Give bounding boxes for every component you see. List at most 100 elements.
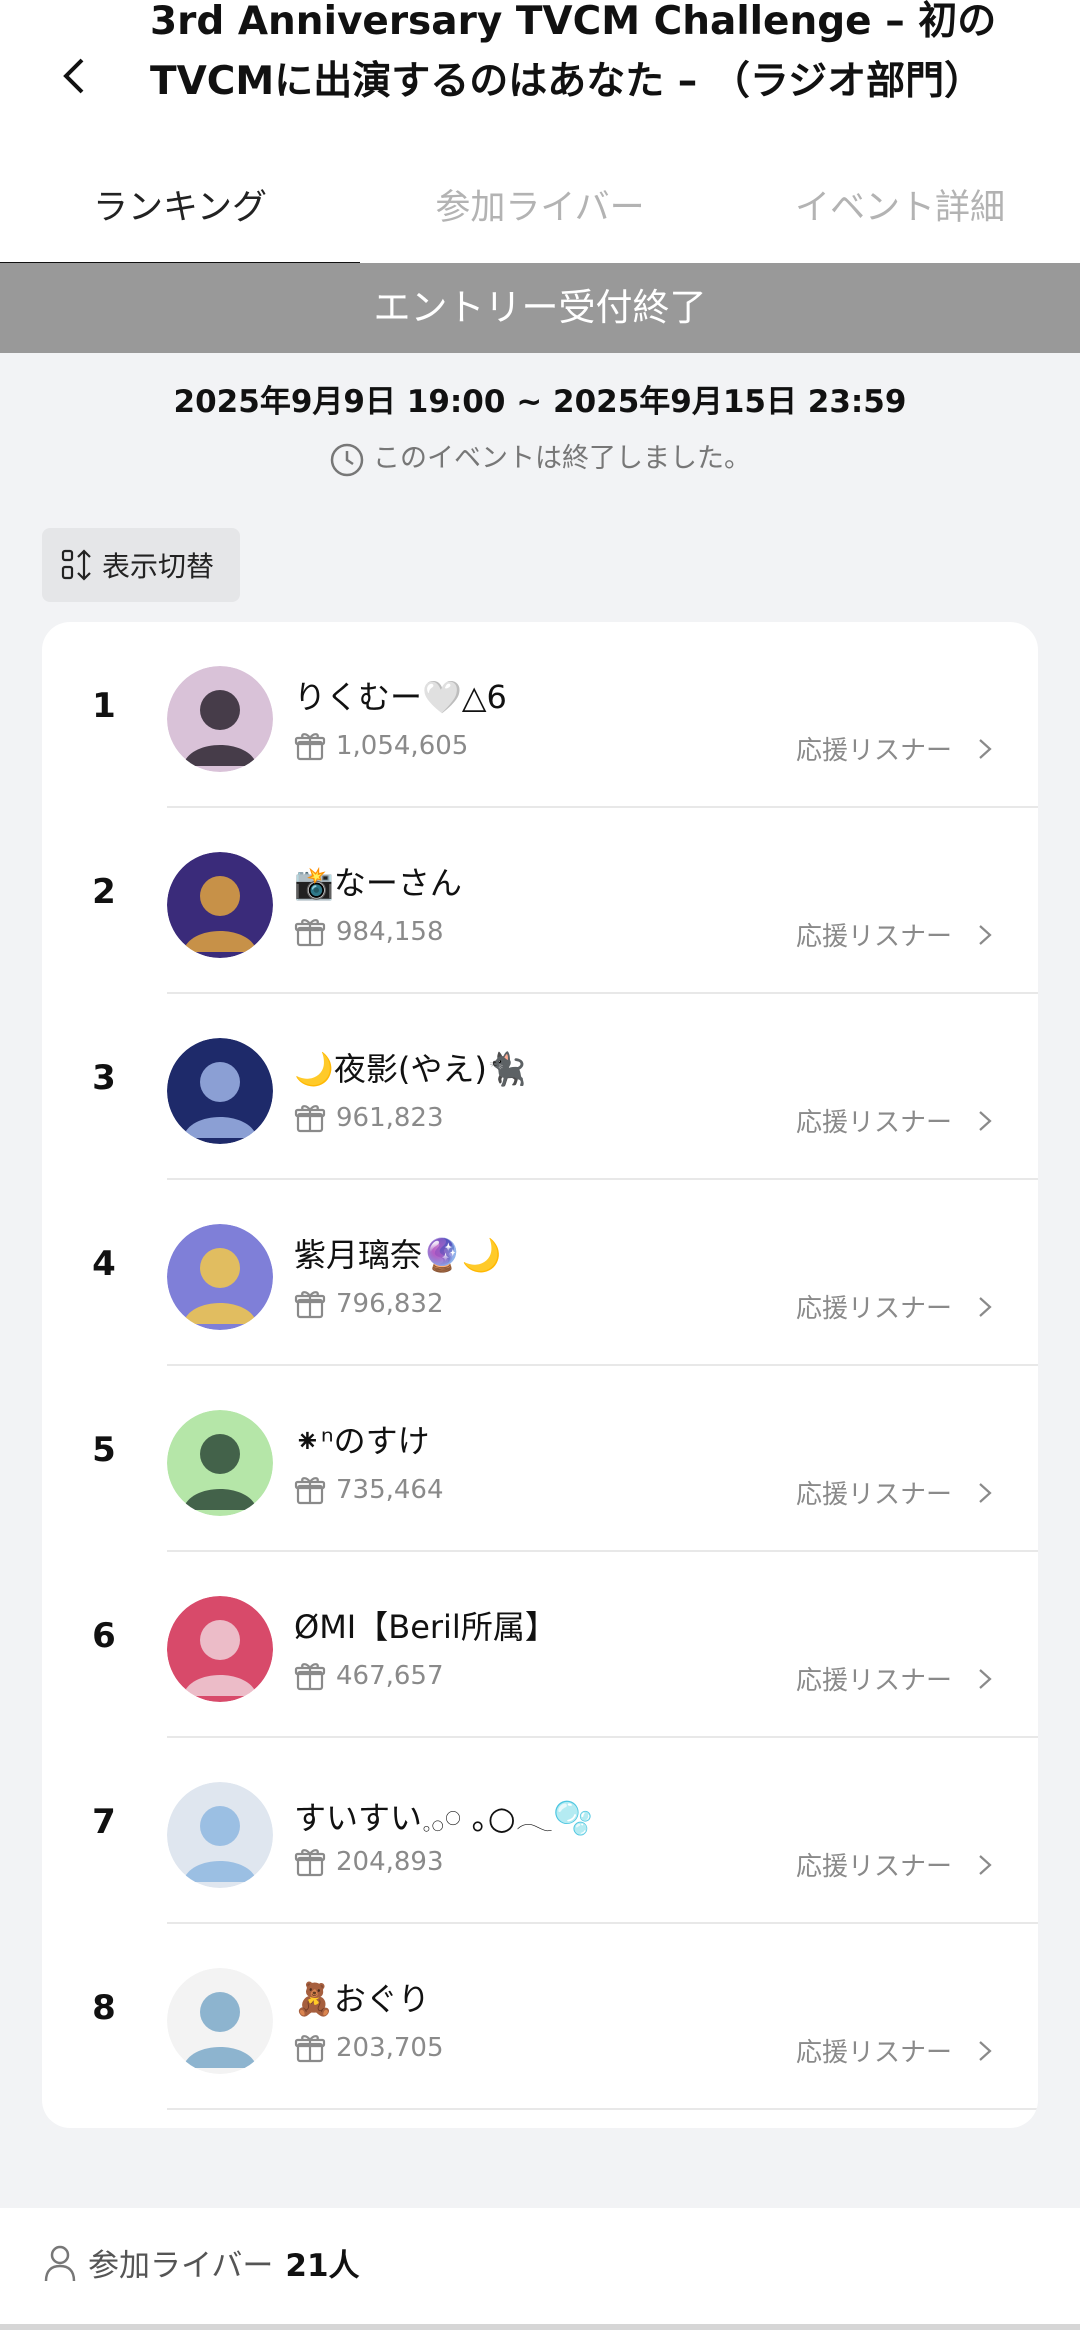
gift-score-value: 467,657 [336, 1661, 444, 1691]
supporter-listeners-label: 応援リスナー [795, 1666, 952, 1696]
clock-icon [330, 443, 364, 476]
gift-icon [294, 2035, 326, 2063]
supporter-listeners-label: 応援リスナー [795, 1852, 952, 1882]
ranking-row[interactable]: 1 りくむー🤍△6 1,054,605 応援リスナー [42, 622, 1038, 808]
supporter-listeners-link[interactable]: 応援リスナー [796, 1288, 994, 1325]
liver-name[interactable]: 🧸おぐり [294, 1974, 430, 2020]
liver-name[interactable]: 📸なーさん [294, 858, 462, 904]
supporter-listeners-link[interactable]: 応援リスナー [796, 1846, 994, 1883]
tab-bar: ランキング 参加ライバー イベント詳細 [0, 165, 1080, 267]
gift-score-value: 796,832 [336, 1289, 444, 1319]
gift-score-value: 204,893 [336, 1847, 444, 1877]
view-toggle-button[interactable]: 表示切替 [42, 528, 240, 602]
chevron-right-icon [979, 1854, 992, 1875]
participants-label: 参加ライバー [88, 2248, 274, 2284]
avatar[interactable] [167, 666, 273, 772]
gift-score: 1,054,605 [294, 730, 468, 762]
liver-name[interactable]: 🌙夜影(やえ)🐈‍⬛ [294, 1044, 527, 1090]
gift-score: 961,823 [294, 1102, 444, 1134]
avatar[interactable] [167, 1782, 273, 1888]
supporter-listeners-link[interactable]: 応援リスナー [796, 1102, 994, 1139]
gift-score-value: 735,464 [336, 1475, 444, 1505]
ranking-row[interactable]: 8 🧸おぐり 203,705 応援リスナー [42, 1924, 1038, 2110]
tab-event-details[interactable]: イベント詳細 [720, 165, 1080, 263]
gift-score: 204,893 [294, 1846, 444, 1878]
liver-name[interactable]: ⁕ⁿのすけ [294, 1416, 430, 1462]
gift-score: 203,705 [294, 2032, 444, 2064]
supporter-listeners-label: 応援リスナー [795, 2038, 952, 2068]
gift-icon [294, 1477, 326, 1505]
supporter-listeners-link[interactable]: 応援リスナー [796, 1474, 994, 1511]
rank-number: 5 [92, 1430, 116, 1470]
avatar[interactable] [167, 852, 273, 958]
chevron-right-icon [979, 1668, 992, 1689]
ranking-row[interactable]: 2 📸なーさん 984,158 応援リスナー [42, 808, 1038, 994]
supporter-listeners-link[interactable]: 応援リスナー [796, 1660, 994, 1697]
header: 3rd Anniversary TVCM Challenge – 初のTVCMに… [0, 0, 1080, 165]
ranking-row[interactable]: 4 紫月璃奈🔮🌙 796,832 応援リスナー [42, 1180, 1038, 1366]
avatar[interactable] [167, 1038, 273, 1144]
chevron-right-icon [979, 1296, 992, 1317]
avatar[interactable] [167, 1410, 273, 1516]
back-icon[interactable] [52, 52, 100, 100]
gift-score-value: 961,823 [336, 1103, 444, 1133]
event-status-text: このイベントは終了しました。 [373, 443, 751, 474]
rank-number: 4 [92, 1244, 116, 1284]
supporter-listeners-label: 応援リスナー [795, 1108, 952, 1138]
rank-number: 3 [92, 1058, 116, 1098]
view-toggle-label: 表示切替 [102, 550, 215, 583]
ranking-row[interactable]: 5 ⁕ⁿのすけ 735,464 応援リスナー [42, 1366, 1038, 1552]
tab-participants[interactable]: 参加ライバー [360, 165, 720, 263]
supporter-listeners-link[interactable]: 応援リスナー [796, 730, 994, 767]
tab-ranking[interactable]: ランキング [0, 165, 360, 267]
liver-name[interactable]: すいすい𓈒𓂂𓏸 ｡○𓂃🫧 [294, 1788, 593, 1840]
gift-icon [294, 1849, 326, 1877]
gift-score-value: 203,705 [336, 2033, 444, 2063]
supporter-listeners-link[interactable]: 応援リスナー [796, 916, 994, 953]
sort-toggle-icon [61, 549, 91, 581]
ranking-row[interactable]: 7 すいすい𓈒𓂂𓏸 ｡○𓂃🫧 204,893 応援リスナー [42, 1738, 1038, 1924]
gift-score: 735,464 [294, 1474, 444, 1506]
rank-number: 1 [92, 686, 116, 726]
avatar[interactable] [167, 1596, 273, 1702]
gift-score: 984,158 [294, 916, 444, 948]
event-period: 2025年9月9日 19:00 ~ 2025年9月15日 23:59 [173, 384, 907, 420]
event-status: このイベントは終了しました。 [0, 436, 1080, 478]
rank-number: 6 [92, 1616, 116, 1656]
chevron-right-icon [979, 738, 992, 759]
gift-score: 467,657 [294, 1660, 444, 1692]
rank-number: 2 [92, 872, 116, 912]
participants-count: 21人 [285, 2248, 360, 2284]
chevron-right-icon [979, 1482, 992, 1503]
supporter-listeners-label: 応援リスナー [795, 922, 952, 952]
avatar[interactable] [167, 1224, 273, 1330]
supporter-listeners-label: 応援リスナー [795, 736, 952, 766]
liver-name[interactable]: 紫月璃奈🔮🌙 [294, 1230, 502, 1276]
gift-icon [294, 1663, 326, 1691]
gift-icon [294, 1291, 326, 1319]
chevron-right-icon [979, 924, 992, 945]
liver-name[interactable]: りくむー🤍△6 [294, 672, 507, 718]
liver-name[interactable]: ØMI【Beril所属】 [294, 1602, 557, 1648]
person-icon [44, 2245, 76, 2281]
rank-number: 7 [92, 1802, 116, 1842]
gift-icon [294, 1105, 326, 1133]
row-divider [167, 2108, 1038, 2110]
supporter-listeners-label: 応援リスナー [795, 1480, 952, 1510]
gift-score-value: 984,158 [336, 917, 444, 947]
ranking-row[interactable]: 3 🌙夜影(やえ)🐈‍⬛ 961,823 応援リスナー [42, 994, 1038, 1180]
rank-number: 8 [92, 1988, 116, 2028]
chevron-right-icon [979, 2040, 992, 2061]
gift-icon [294, 919, 326, 947]
footer-bar[interactable]: 参加ライバー 21人 [0, 2208, 1080, 2330]
gift-score-value: 1,054,605 [336, 731, 469, 761]
supporter-listeners-label: 応援リスナー [795, 1294, 952, 1324]
gift-score: 796,832 [294, 1288, 444, 1320]
avatar[interactable] [167, 1968, 273, 2074]
page-title: 3rd Anniversary TVCM Challenge – 初のTVCMに… [150, 0, 997, 104]
entry-closed-banner: エントリー受付終了 [0, 263, 1080, 353]
ranking-list: 1 りくむー🤍△6 1,054,605 応援リスナー 2 📸なーさん 984,158 応援リス… [42, 622, 1038, 2128]
gift-icon [294, 733, 326, 761]
ranking-row[interactable]: 6 ØMI【Beril所属】 467,657 応援リスナー [42, 1552, 1038, 1738]
supporter-listeners-link[interactable]: 応援リスナー [796, 2032, 994, 2069]
